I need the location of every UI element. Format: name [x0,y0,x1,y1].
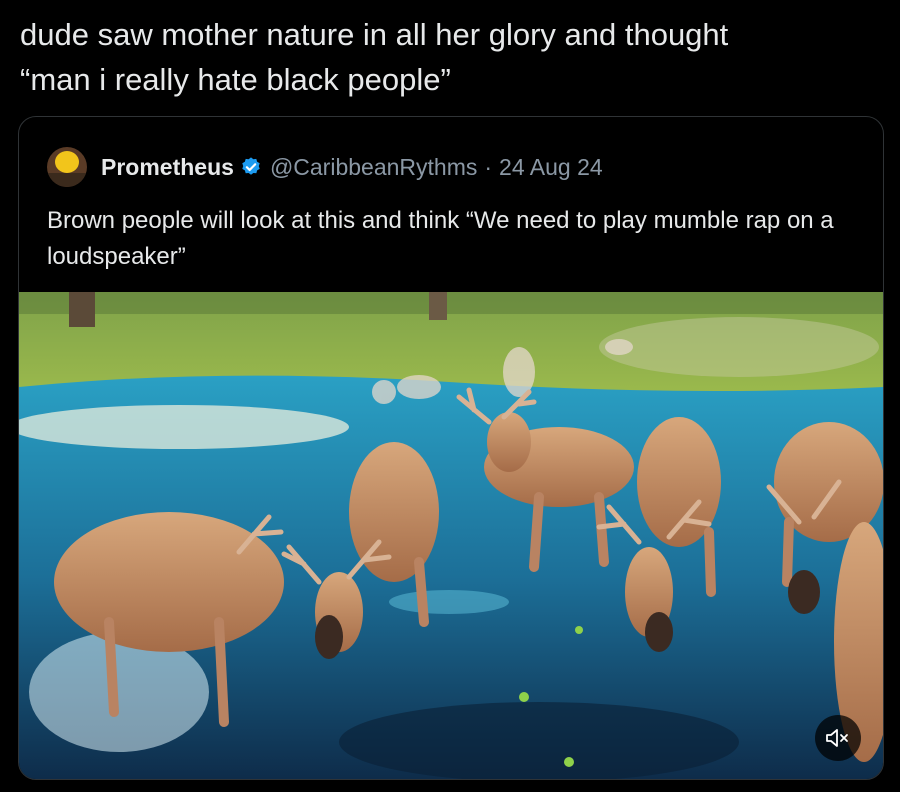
mute-toggle-button[interactable] [815,715,861,761]
user-handle[interactable]: @CaribbeanRythms [270,154,477,181]
quoted-post-header: Prometheus @CaribbeanRythms · 24 Aug 24 [47,147,603,187]
quoted-post-text: Brown people will look at this and think… [47,207,834,270]
verified-badge-icon [242,157,260,175]
quoted-post-card[interactable]: Prometheus @CaribbeanRythms · 24 Aug 24 … [18,116,884,780]
separator-dot: · [484,153,493,180]
speaker-muted-icon [826,729,848,747]
deer-drinking-video-frame [19,292,883,779]
post-text: dude saw mother nature in all her glory … [20,17,729,97]
display-name[interactable]: Prometheus [101,154,234,181]
avatar[interactable] [47,147,87,187]
video-player[interactable] [19,292,883,779]
post-date[interactable]: 24 Aug 24 [499,154,603,181]
